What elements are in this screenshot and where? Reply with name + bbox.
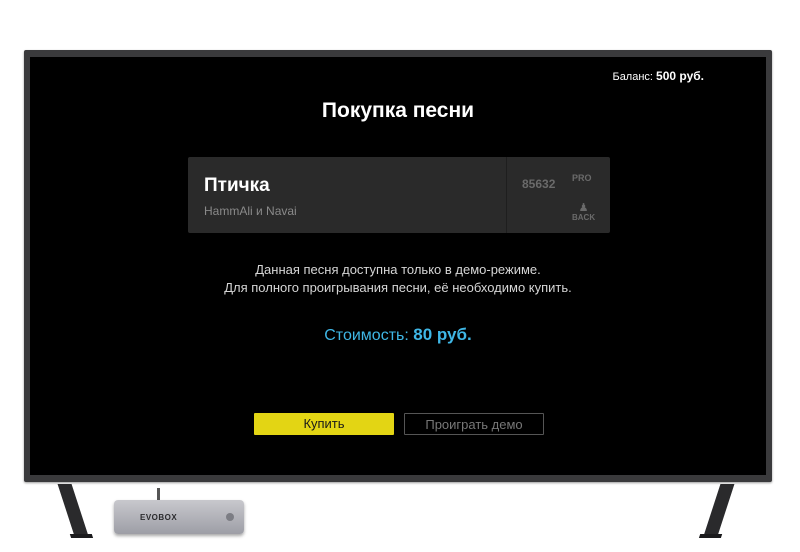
tv-screen: Баланс: 500 руб. Покупка песни Птичка Ha… <box>30 57 766 475</box>
set-top-box-logo: EVOBOX <box>140 513 178 522</box>
tv-stand-right <box>703 484 735 536</box>
person-icon: ♟ <box>578 202 589 214</box>
buy-button[interactable]: Купить <box>254 413 394 435</box>
back-vocal-icon: ♟ BACK <box>572 202 596 223</box>
demo-notice: Данная песня доступна только в демо-режи… <box>30 261 766 297</box>
song-card: Птичка HammAli и Navai 85632 PRO ♟ BACK <box>188 157 610 233</box>
pro-badge-label: PRO <box>572 173 592 183</box>
demo-notice-line2: Для полного проигрывания песни, её необх… <box>224 280 572 295</box>
price-value: 80 руб. <box>413 325 472 344</box>
price-label: Стоимость: <box>324 327 409 344</box>
song-divider <box>506 157 507 233</box>
balance: Баланс: 500 руб. <box>612 69 704 83</box>
pro-badge-icon: PRO <box>572 173 592 183</box>
demo-notice-line1: Данная песня доступна только в демо-режи… <box>255 262 541 277</box>
back-badge-label: BACK <box>572 213 596 222</box>
play-demo-button[interactable]: Проиграть демо <box>404 413 544 435</box>
price: Стоимость: 80 руб. <box>30 325 766 345</box>
balance-label: Баланс: <box>612 71 653 83</box>
song-number: 85632 <box>522 177 556 191</box>
song-artist: HammAli и Navai <box>204 204 297 218</box>
page-title: Покупка песни <box>321 99 475 122</box>
balance-value: 500 руб. <box>656 69 704 83</box>
set-top-box: EVOBOX <box>114 500 244 534</box>
song-title: Птичка <box>204 175 270 196</box>
tv-stand-left <box>57 484 89 536</box>
power-led-icon <box>226 513 234 521</box>
